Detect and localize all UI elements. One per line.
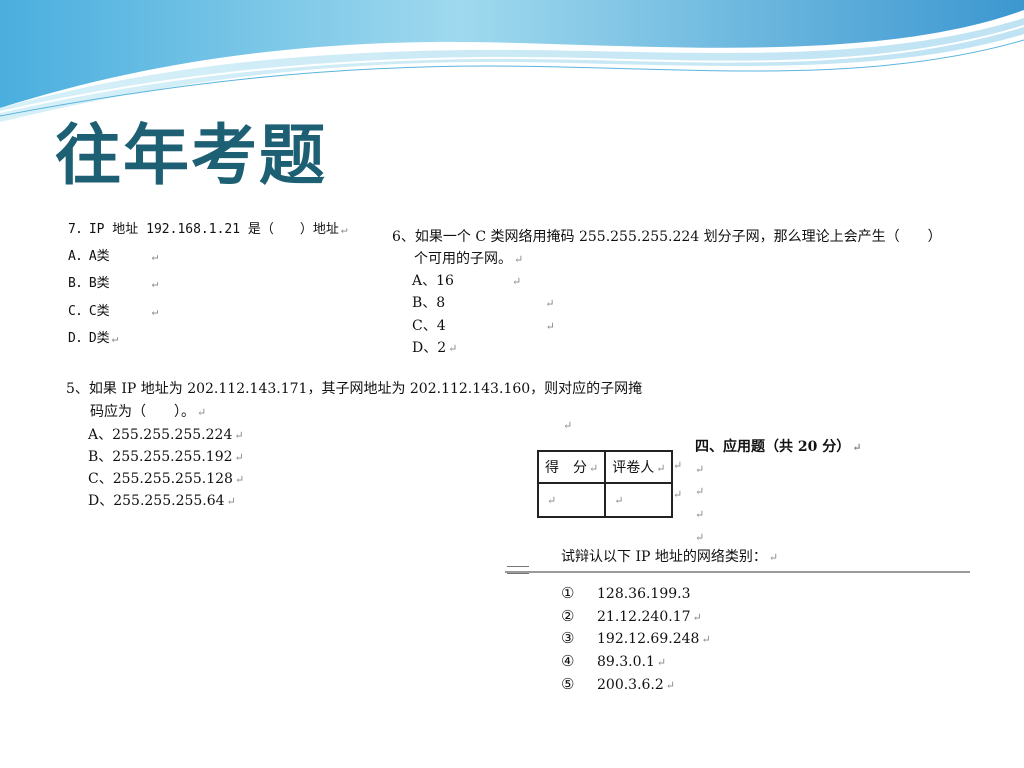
score-header-cell: 得 分 ↵ [536, 450, 607, 484]
part-four-panel: ↵ 四、应用题（共 20 分） ↵ 得 分 ↵ 评卷人 ↵ ↵ ↵ ↵ ↵ ↵ ↵ ↵… [505, 408, 970, 713]
return-mark: ↵ [673, 488, 683, 501]
ip-item-4: ④ 89.3.0.1 ↵ [561, 652, 667, 670]
ip-item-3: ③ 192.12.69.248 ↵ [561, 629, 711, 647]
question-6-option-d: D、2 ↵ [412, 340, 458, 356]
slide-title: 往年考题 [55, 117, 327, 194]
question-7-option-d: D．D类 ↵ [68, 331, 119, 346]
ip-item-2: ② 21.12.240.17 ↵ [561, 607, 702, 625]
return-mark: ↵ [673, 459, 683, 472]
question-6-text-line2: 个可用的子网。 ↵ [414, 251, 524, 267]
question-6-panel: 6、如果一个 C 类网络用掩码 255.255.255.224 划分子网，那么理… [378, 222, 968, 362]
return-mark: ↵ [695, 508, 705, 521]
question-7-panel: 7．IP 地址 192.168.1.21 是（ ）地址 ↵ A．A类 ↵ B．B类 ↵… [62, 213, 382, 358]
return-mark: ↵ [563, 419, 573, 432]
question-5-option-d: D、255.255.255.64 ↵ [88, 493, 236, 509]
return-mark: ↵ [695, 531, 705, 544]
question-5-option-b: B、255.255.255.192 ↵ [88, 449, 244, 465]
grader-header-cell: 评卷人 ↵ [604, 450, 674, 484]
question-5-text-line2: 码应为（ ）。 ↵ [90, 404, 207, 420]
ip-item-5: ⑤ 200.3.6.2 ↵ [561, 675, 676, 693]
score-value-cell: ↵ [536, 482, 607, 518]
score-table: 得 分 ↵ 评卷人 ↵ ↵ ↵ [536, 450, 674, 518]
question-5-text-line1: 5、如果 IP 地址为 202.112.143.171，其子网地址为 202.1… [66, 381, 643, 397]
question-7-option-a: A．A类 ↵ [68, 249, 159, 264]
header-wave-decoration [0, 0, 1024, 122]
question-7-option-c: C．C类 ↵ [68, 304, 159, 319]
return-mark: ↵ [695, 485, 705, 498]
part-four-instruction: 试辩认以下 IP 地址的网络类别： ↵ [561, 549, 779, 565]
page-divider-line [505, 571, 970, 573]
question-5-option-c: C、255.255.255.128 ↵ [88, 471, 245, 487]
question-6-option-a: A、16 ↵ [412, 273, 522, 289]
question-6-option-c: C、4 ↵ [412, 318, 555, 334]
question-5-option-a: A、255.255.255.224 ↵ [88, 427, 244, 443]
question-6-option-b: B、8 ↵ [412, 295, 555, 311]
grader-value-cell: ↵ [604, 482, 674, 518]
part-four-heading: 四、应用题（共 20 分） ↵ [695, 439, 862, 455]
return-mark: ↵ [695, 463, 705, 476]
ip-item-1: ① 128.36.199.3 [561, 584, 691, 602]
question-6-text-line1: 6、如果一个 C 类网络用掩码 255.255.255.224 划分子网，那么理… [392, 229, 942, 245]
question-7-option-b: B．B类 ↵ [68, 276, 159, 291]
question-7-text: 7．IP 地址 192.168.1.21 是（ ）地址 ↵ [68, 222, 348, 237]
